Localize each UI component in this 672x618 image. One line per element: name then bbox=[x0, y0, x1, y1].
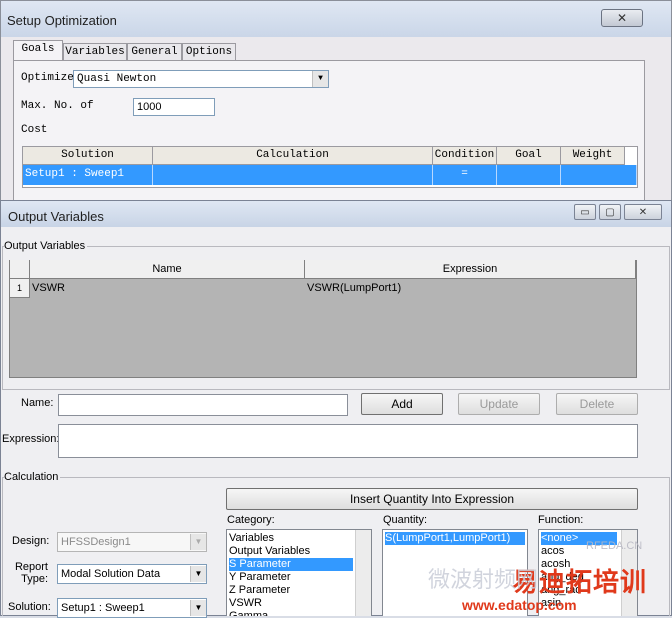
chevron-down-icon[interactable]: ▼ bbox=[312, 71, 328, 87]
close-icon: ✕ bbox=[638, 207, 648, 218]
row-index[interactable]: 1 bbox=[10, 279, 30, 298]
calculation-group-label: Calculation bbox=[4, 471, 61, 483]
category-item[interactable]: Z Parameter bbox=[229, 584, 290, 597]
category-item[interactable]: Variables bbox=[229, 532, 274, 545]
insert-quantity-button[interactable]: Insert Quantity Into Expression bbox=[226, 488, 638, 510]
category-item[interactable]: Gamma bbox=[229, 610, 268, 616]
cost-label: Cost bbox=[21, 124, 48, 136]
cell-calculation[interactable] bbox=[153, 165, 433, 185]
output-variables-titlebar[interactable]: Output Variables ▭ ▢ ✕ bbox=[1, 201, 671, 227]
update-button[interactable]: Update bbox=[458, 393, 540, 415]
minimize-icon: ▭ bbox=[580, 207, 590, 218]
quantity-item-selected[interactable]: S(LumpPort1,LumpPort1) bbox=[385, 532, 525, 545]
setup-optimization-window: Setup Optimization ✕ Goals Variables Gen… bbox=[0, 0, 672, 210]
name-input[interactable] bbox=[58, 394, 348, 416]
category-item[interactable]: VSWR bbox=[229, 597, 262, 610]
grid-corner bbox=[10, 260, 30, 279]
cell-goal[interactable] bbox=[497, 165, 561, 185]
output-variables-title: Output Variables bbox=[8, 209, 104, 224]
column-header-condition[interactable]: Condition bbox=[433, 147, 497, 165]
close-button[interactable]: ✕ bbox=[601, 9, 643, 27]
delete-button[interactable]: Delete bbox=[556, 393, 638, 415]
column-header-weight[interactable]: Weight bbox=[561, 147, 625, 165]
add-button[interactable]: Add bbox=[361, 393, 443, 415]
watermark-subtitle: 微波射频网 bbox=[428, 567, 539, 592]
solution-value: Setup1 : Sweep1 bbox=[61, 602, 145, 614]
tab-options[interactable]: Options bbox=[182, 43, 236, 61]
column-header-goal[interactable]: Goal bbox=[497, 147, 561, 165]
report-type-label: Report Type: bbox=[14, 561, 48, 585]
row-expression[interactable]: VSWR(LumpPort1) bbox=[307, 282, 401, 294]
category-list[interactable]: Variables Output Variables S Parameter Y… bbox=[226, 529, 372, 616]
expression-input[interactable] bbox=[58, 424, 638, 458]
close-icon: ✕ bbox=[616, 11, 628, 25]
function-label: Function: bbox=[538, 514, 584, 526]
report-type-value: Modal Solution Data bbox=[61, 568, 161, 580]
function-item[interactable]: acos bbox=[541, 545, 564, 558]
cell-condition[interactable]: = bbox=[433, 165, 497, 185]
design-select[interactable]: HFSSDesign1 ▼ bbox=[57, 532, 207, 552]
chevron-down-icon[interactable]: ▼ bbox=[190, 534, 206, 550]
watermark-url: www.edatop.com bbox=[462, 597, 577, 613]
maximize-button[interactable]: ▢ bbox=[599, 204, 621, 220]
expression-label: Expression: bbox=[2, 433, 60, 445]
minimize-button[interactable]: ▭ bbox=[574, 204, 596, 220]
category-scrollbar[interactable] bbox=[355, 530, 371, 616]
tab-goals[interactable]: Goals bbox=[13, 40, 63, 61]
column-header-name[interactable]: Name bbox=[30, 260, 305, 279]
maximize-icon: ▢ bbox=[605, 207, 615, 218]
quantity-label: Quantity: bbox=[383, 514, 428, 526]
name-label: Name: bbox=[21, 397, 54, 409]
design-value: HFSSDesign1 bbox=[61, 536, 131, 548]
optimizer-value: Quasi Newton bbox=[77, 73, 157, 85]
category-item[interactable]: Output Variables bbox=[229, 545, 310, 558]
tab-general[interactable]: General bbox=[127, 43, 182, 61]
close-button[interactable]: ✕ bbox=[624, 204, 662, 220]
column-header-solution[interactable]: Solution bbox=[23, 147, 153, 165]
category-label: Category: bbox=[227, 514, 275, 526]
setup-optimization-titlebar[interactable]: Setup Optimization ✕ bbox=[1, 1, 671, 37]
optimizer-label: Optimizer bbox=[21, 72, 81, 84]
report-type-select[interactable]: Modal Solution Data ▼ bbox=[57, 564, 207, 584]
max-iterations-label: Max. No. of bbox=[21, 100, 94, 112]
column-header-calculation[interactable]: Calculation bbox=[153, 147, 433, 165]
chevron-down-icon[interactable]: ▼ bbox=[190, 600, 206, 616]
tab-variables[interactable]: Variables bbox=[63, 43, 127, 61]
column-header-expression[interactable]: Expression bbox=[305, 260, 636, 279]
cell-solution[interactable]: Setup1 : Sweep1 bbox=[23, 165, 153, 185]
setup-optimization-title: Setup Optimization bbox=[7, 13, 117, 28]
optimizer-select[interactable]: Quasi Newton ▼ bbox=[73, 70, 329, 88]
design-label: Design: bbox=[12, 535, 50, 547]
max-iterations-input[interactable]: 1000 bbox=[133, 98, 215, 116]
category-item-selected[interactable]: S Parameter bbox=[229, 558, 353, 571]
row-name[interactable]: VSWR bbox=[32, 282, 65, 294]
watermark-corner-text: RFEDA.CN bbox=[586, 540, 643, 552]
output-variables-group-label: Output Variables bbox=[4, 240, 88, 252]
solution-select[interactable]: Setup1 : Sweep1 ▼ bbox=[57, 598, 207, 618]
chevron-down-icon[interactable]: ▼ bbox=[190, 566, 206, 582]
solution-label: Solution: bbox=[8, 601, 51, 613]
cell-weight[interactable] bbox=[561, 165, 637, 185]
category-item[interactable]: Y Parameter bbox=[229, 571, 291, 584]
